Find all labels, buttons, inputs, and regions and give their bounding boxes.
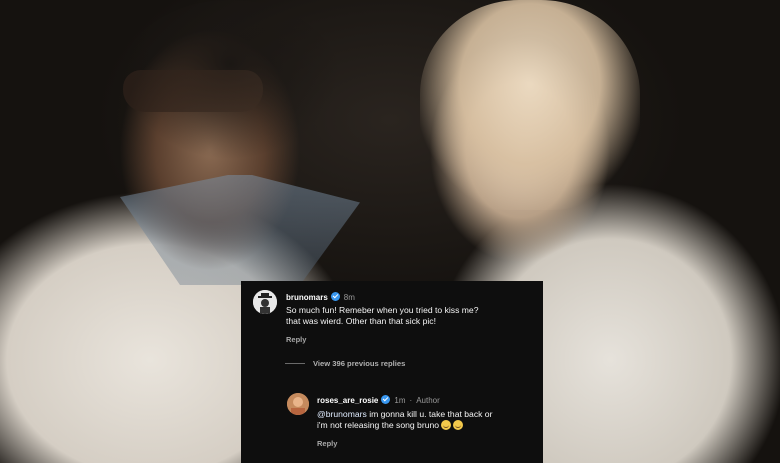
comment-header: roses_are_rosie 1m · Author (317, 395, 440, 405)
timestamp: 1m (394, 396, 406, 405)
verified-badge-icon (381, 395, 391, 404)
comment-header: brunomars 8m (286, 292, 355, 302)
comment-text: @brunomars im gonna kill u. take that ba… (317, 409, 537, 431)
grimace-emoji-icon (441, 420, 452, 430)
username-link[interactable]: brunomars (286, 293, 328, 302)
mention-link[interactable]: @brunomars (317, 409, 367, 419)
author-label: Author (416, 396, 440, 405)
comment-thread: brunomars 8m So much fun! Remeber when yo… (241, 281, 543, 463)
verified-badge-icon (330, 292, 340, 301)
username-link[interactable]: roses_are_rosie (317, 396, 378, 405)
comment-text: So much fun! Remeber when you tried to k… (286, 305, 479, 326)
avatar-icon (287, 393, 309, 415)
photo-collar (120, 175, 360, 285)
timestamp: 8m (343, 293, 355, 302)
view-previous-replies-link[interactable]: View 396 previous replies (284, 359, 405, 368)
photo-hair-right (420, 0, 640, 210)
grimace-emoji-icon (453, 420, 464, 430)
photo-sunglasses (123, 70, 263, 112)
reply-button[interactable]: Reply (317, 439, 337, 448)
avatar[interactable] (287, 393, 309, 415)
separator-dot: · (409, 396, 413, 405)
avatar[interactable] (253, 290, 277, 314)
reply-button[interactable]: Reply (286, 335, 306, 344)
avatar-icon (253, 290, 277, 314)
